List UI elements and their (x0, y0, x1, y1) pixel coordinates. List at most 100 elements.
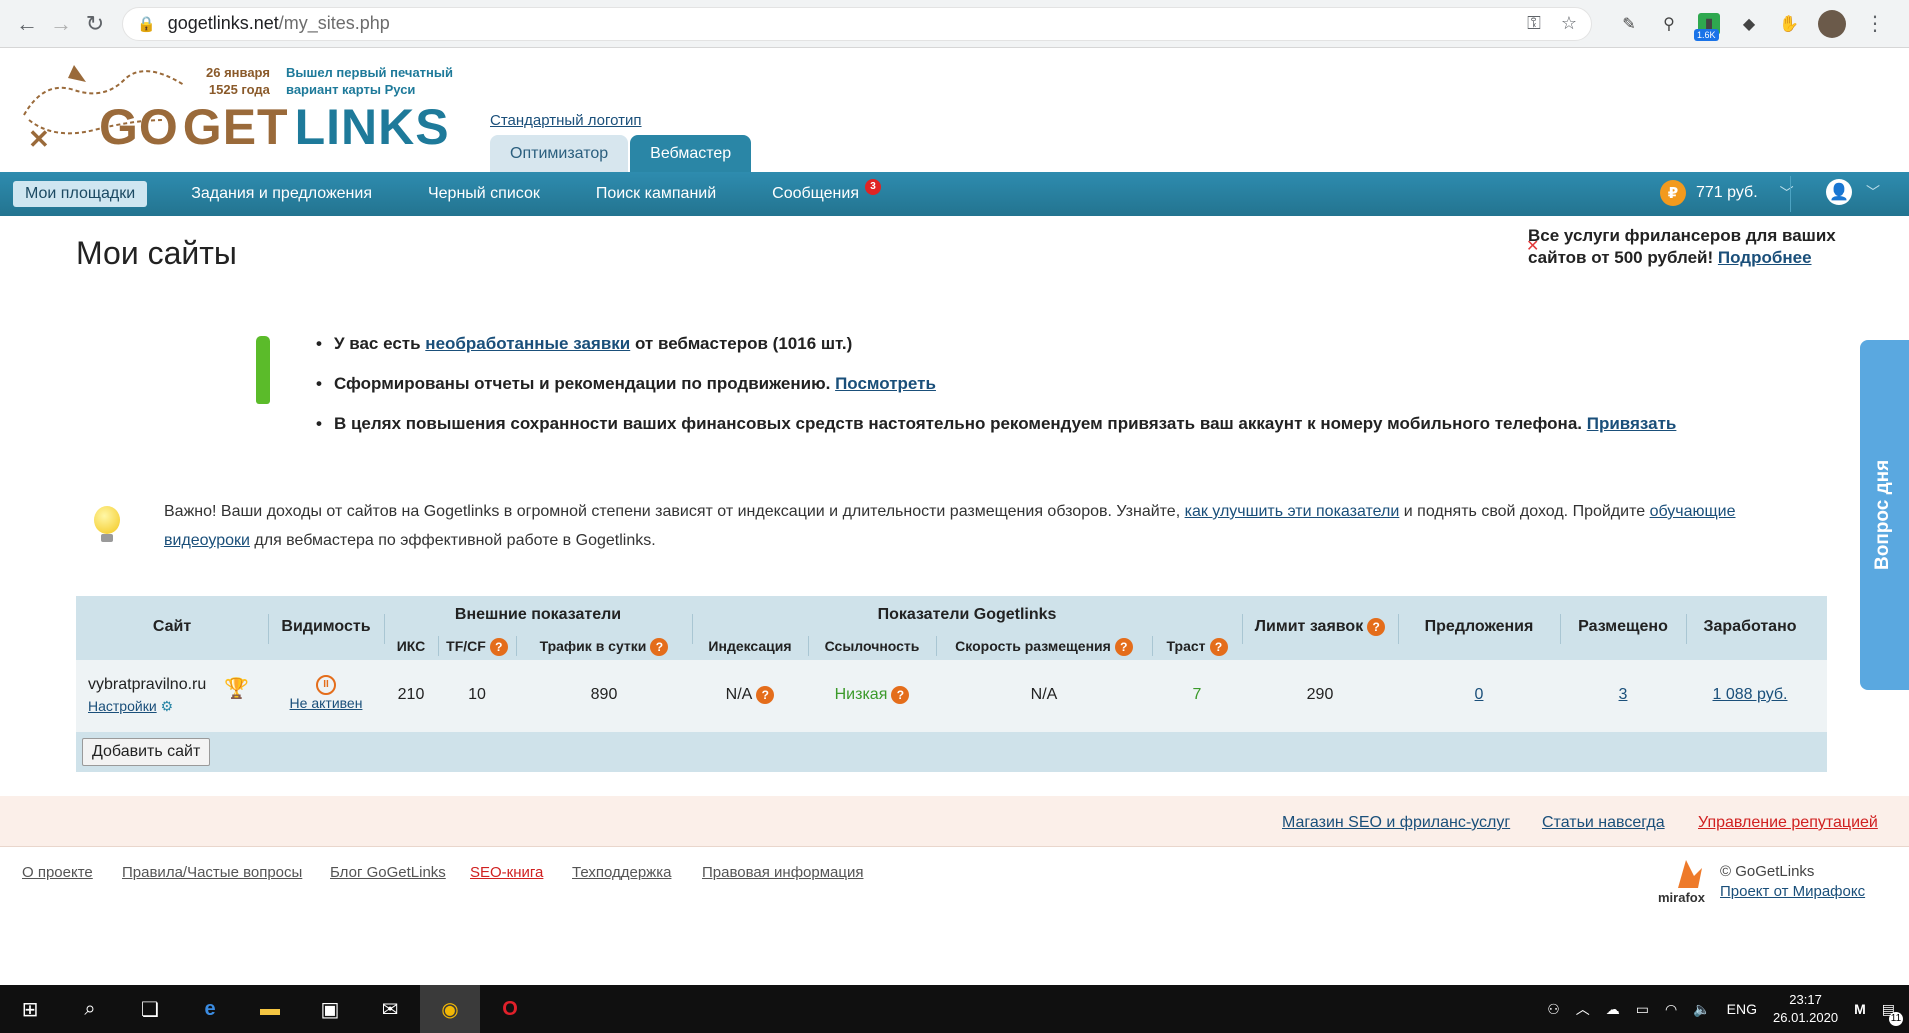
bind-phone-link[interactable]: Привязать (1587, 414, 1677, 433)
view-reports-link[interactable]: Посмотреть (835, 374, 936, 393)
site-settings-link[interactable]: Настройки ⚙ (88, 698, 173, 715)
footer-about-link[interactable]: О проекте (22, 864, 93, 881)
help-icon[interactable]: ? (1367, 618, 1386, 636)
nav-my-sites[interactable]: Мои площадки (13, 181, 148, 207)
volume-icon[interactable]: 🔈 (1693, 1001, 1710, 1018)
cell-tfcf: 10 (468, 686, 486, 703)
cell-placed[interactable]: 3 (1560, 686, 1686, 704)
site-logo[interactable]: ✕ 26 января 1525 года Вышел первый печат… (14, 60, 484, 170)
notifications-icon[interactable]: ▤ 11 (1882, 1001, 1903, 1026)
list-item: У вас есть необработанные заявки от вебм… (316, 330, 1676, 370)
footer-rules-link[interactable]: Правила/Частые вопросы (122, 864, 302, 881)
trophy-icon[interactable]: 🏆 (224, 676, 249, 701)
footer-seo-shop-link[interactable]: Магазин SEO и фриланс-услуг (1282, 814, 1510, 832)
chrome-icon[interactable]: ◉ (420, 985, 480, 1033)
header-speed: Скорость размещения? (936, 638, 1152, 657)
footer-blog-link[interactable]: Блог GoGetLinks (330, 864, 446, 881)
table-footer (76, 732, 1827, 772)
help-icon[interactable]: ? (891, 686, 910, 704)
footer-support-link[interactable]: Техподдержка (572, 864, 671, 881)
nav-divider (1790, 176, 1791, 212)
svg-text:✕: ✕ (28, 124, 50, 154)
header-tfcf: TF/CF? (438, 638, 516, 657)
exclamation-icon (256, 336, 270, 400)
chevron-up-icon[interactable]: ︿ (1576, 999, 1590, 1019)
main-navigation: Мои площадки Задания и предложения Черны… (0, 172, 1909, 216)
back-icon[interactable]: ← (10, 7, 44, 41)
task-view-icon[interactable]: ❏ (120, 985, 180, 1033)
improve-metrics-link[interactable]: как улучшить эти показатели (1185, 503, 1400, 520)
help-icon[interactable]: ? (1209, 638, 1228, 657)
people-icon[interactable]: ⚇ (1547, 1001, 1560, 1018)
chevron-down-icon: ﹀ (1866, 184, 1880, 200)
nav-blacklist[interactable]: Черный список (416, 181, 552, 207)
opera-icon[interactable]: O (480, 985, 540, 1033)
nav-messages[interactable]: Сообщения 3 (760, 179, 881, 207)
mirafox-project-link[interactable]: Проект от Мирафокс (1720, 883, 1865, 900)
header-indexing: Индексация (708, 638, 792, 654)
unprocessed-requests-link[interactable]: необработанные заявки (425, 334, 630, 353)
store-icon[interactable]: ▣ (300, 985, 360, 1033)
header-earned: Заработано (1703, 618, 1797, 635)
mirafox-logo[interactable]: mirafox (1658, 858, 1716, 906)
header-traffic: Трафик в сутки? (516, 638, 692, 657)
header-site: Сайт (152, 618, 192, 635)
status-link[interactable]: Не активен (290, 695, 363, 711)
extension-hand-icon[interactable]: ✋ (1778, 13, 1800, 35)
battery-icon[interactable]: ▭ (1636, 1001, 1649, 1018)
help-icon[interactable]: ? (756, 686, 775, 704)
tab-optimizer[interactable]: Оптимизатор (490, 135, 629, 173)
tab-webmaster[interactable]: Вебмастер (630, 135, 752, 173)
browser-menu-icon[interactable]: ⋮ (1864, 13, 1886, 35)
help-icon[interactable]: ? (650, 638, 669, 657)
extension-box-icon[interactable]: ◆ (1738, 13, 1760, 35)
search-icon[interactable]: ⌕ (60, 985, 120, 1033)
extension-pen-icon[interactable]: ✎ (1618, 13, 1640, 35)
promo-more-link[interactable]: Подробнее (1718, 248, 1812, 267)
help-icon[interactable]: ? (1114, 638, 1133, 657)
footer-legal-link[interactable]: Правовая информация (702, 864, 863, 881)
footer-reputation-link[interactable]: Управление репутацией (1698, 814, 1878, 832)
extension-stats-icon[interactable]: ▮ 1.6K (1694, 12, 1720, 41)
forward-icon[interactable]: → (44, 7, 78, 41)
gear-icon: ⚙ (160, 698, 174, 714)
folder-icon[interactable]: ▬ (240, 985, 300, 1033)
header-placed: Размещено (1578, 618, 1668, 635)
cell-offers[interactable]: 0 (1398, 686, 1560, 704)
header-external: Внешние показатели (454, 606, 622, 623)
cell-earned[interactable]: 1 088 руб. (1686, 686, 1814, 704)
nav-tasks[interactable]: Задания и предложения (179, 181, 384, 207)
standard-logo-link[interactable]: Стандартный логотип (490, 112, 642, 129)
add-site-button[interactable]: Добавить сайт (82, 738, 211, 766)
extension-pin-icon[interactable]: ⚲ (1658, 13, 1680, 35)
user-menu[interactable]: 👤 ﹀ (1826, 179, 1880, 205)
footer-seo-book-link[interactable]: SEO-книга (470, 864, 543, 881)
cell-linkability: Низкая? (808, 686, 936, 704)
balance-dropdown[interactable]: ₽ 771 руб. ﹀ (1660, 180, 1794, 206)
footer-articles-link[interactable]: Статьи навсегда (1542, 814, 1665, 832)
cloud-icon[interactable]: ☁ (1606, 1001, 1620, 1018)
nav-campaign-search[interactable]: Поиск кампаний (584, 181, 728, 207)
language-indicator[interactable]: ENG (1727, 1001, 1757, 1017)
page-title: Мои сайты (76, 235, 237, 271)
site-status[interactable]: II Не активен (268, 674, 384, 713)
question-of-day-widget[interactable]: Вопрос дня (1860, 340, 1909, 690)
help-icon[interactable]: ? (489, 638, 508, 657)
app-icon[interactable]: M (1854, 1001, 1866, 1017)
star-icon[interactable]: ☆ (1561, 13, 1577, 34)
key-icon[interactable]: ⚿ (1527, 13, 1541, 34)
cell-indexing: N/A? (692, 686, 808, 704)
edge-icon[interactable]: e (180, 985, 240, 1033)
cell-limit: 290 (1306, 686, 1334, 703)
mail-icon[interactable]: ✉ (360, 985, 420, 1033)
address-bar[interactable]: 🔒 gogetlinks.net/my_sites.php ⚿ ☆ (122, 6, 1592, 41)
reload-icon[interactable]: ↻ (78, 7, 112, 41)
header-gogetlinks: Показатели Gogetlinks (877, 606, 1057, 623)
extension-badge: 1.6K (1694, 28, 1719, 41)
wifi-icon[interactable]: ◠ (1665, 1001, 1677, 1018)
site-name: vybratpravilno.ru (88, 676, 207, 693)
browser-toolbar: ← → ↻ 🔒 gogetlinks.net/my_sites.php ⚿ ☆ … (0, 0, 1909, 48)
profile-avatar[interactable] (1818, 9, 1846, 38)
windows-start-icon[interactable]: ⊞ (0, 985, 60, 1033)
clock[interactable]: 23:17 26.01.2020 (1773, 991, 1838, 1027)
